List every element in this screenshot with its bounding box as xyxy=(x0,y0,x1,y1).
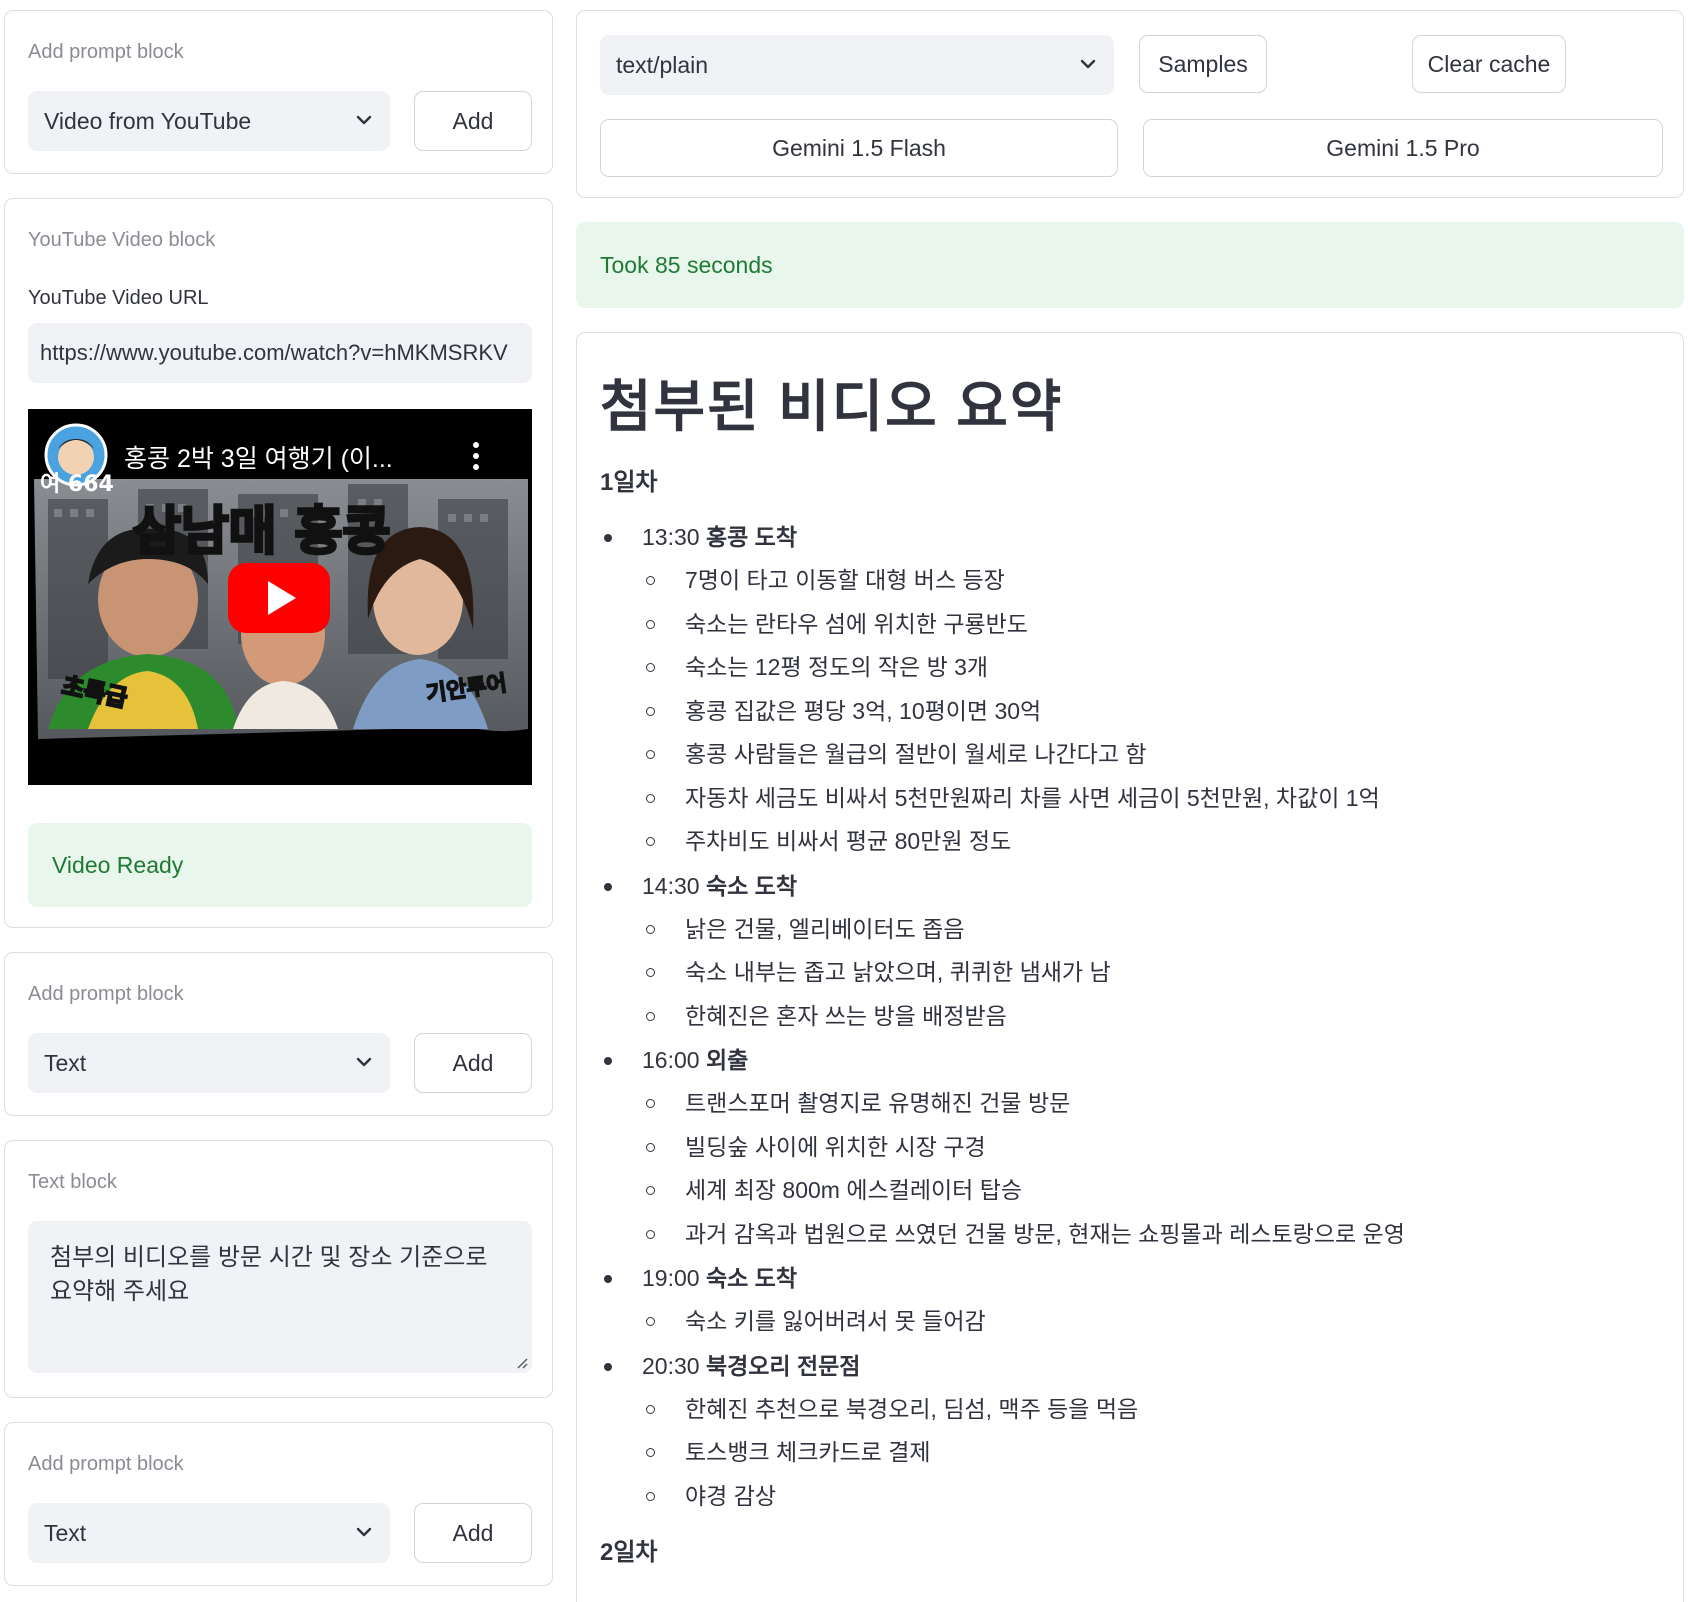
event-detail-item: 숙소는 란타우 섬에 위치한 구룡반도 xyxy=(642,603,1660,647)
mime-type-select[interactable]: text/plain xyxy=(600,35,1114,95)
block-type-select[interactable]: Text xyxy=(28,1033,390,1093)
event-time: 20:30 xyxy=(642,1352,700,1379)
event-detail-item: 과거 감옥과 법원으로 쓰였던 건물 방문, 현재는 쇼핑몰과 레스토랑으로 운… xyxy=(642,1213,1660,1257)
event-title: 북경오리 전문점 xyxy=(705,1352,861,1379)
event-detail-list: 숙소 키를 잃어버려서 못 들어감 xyxy=(642,1300,1660,1344)
chevron-down-icon xyxy=(356,1527,372,1537)
block-type-value: Text xyxy=(44,1049,87,1076)
add-prompt-block-card-3: Add prompt block Text Add xyxy=(4,1422,553,1586)
took-time-text: Took 85 seconds xyxy=(600,251,773,278)
prompt-textarea[interactable]: 첨부의 비디오를 방문 시간 및 장소 기준으로 요약해 주세요 xyxy=(28,1221,532,1373)
event-heading: 14:30 숙소 도착 xyxy=(642,864,1660,908)
day-heading: 2일차 xyxy=(600,1539,658,1566)
event-detail-item: 트랜스포머 촬영지로 유명해진 건물 방문 xyxy=(642,1082,1660,1126)
add-prompt-block-label: Add prompt block xyxy=(28,983,184,1005)
event-detail-item: 한혜진 추천으로 북경오리, 딤섬, 맥주 등을 먹음 xyxy=(642,1388,1660,1432)
block-type-select[interactable]: Video from YouTube xyxy=(28,91,390,151)
event-detail-item: 숙소는 12평 정도의 작은 방 3개 xyxy=(642,646,1660,690)
event-time: 19:00 xyxy=(642,1265,700,1291)
event-heading: 13:30 홍콩 도착 xyxy=(642,515,1660,559)
video-ready-text: Video Ready xyxy=(52,851,184,878)
event-heading: 16:00 외출 xyxy=(642,1038,1660,1082)
took-time-alert: Took 85 seconds xyxy=(576,222,1684,308)
event-title: 숙소 도착 xyxy=(705,1265,797,1291)
thumb-corner-text: 여 664 xyxy=(40,472,114,497)
event-detail-item: 세계 최장 800m 에스컬레이터 탑승 xyxy=(642,1169,1660,1213)
event-detail-item: 주차비도 비싸서 평균 80만원 정도 xyxy=(642,820,1660,864)
gemini-flash-button[interactable]: Gemini 1.5 Flash xyxy=(600,119,1118,177)
add-prompt-block-label: Add prompt block xyxy=(28,41,184,63)
resize-handle-icon[interactable] xyxy=(514,1355,528,1369)
add-prompt-block-card-1: Add prompt block Video from YouTube Add xyxy=(4,10,553,174)
event-title: 숙소 도착 xyxy=(705,872,797,899)
add-prompt-block-label: Add prompt block xyxy=(28,1453,184,1475)
text-block-label: Text block xyxy=(28,1171,117,1193)
event-detail-list: 트랜스포머 촬영지로 유명해진 건물 방문 빌딩숲 사이에 위치한 시장 구경 세계… xyxy=(642,1082,1660,1256)
thumb-main-text: 삼남매 홍콩 xyxy=(133,502,390,562)
gemini-pro-button[interactable]: Gemini 1.5 Pro xyxy=(1143,119,1663,177)
event-detail-list: 한혜진 추천으로 북경오리, 딤섬, 맥주 등을 먹음 토스뱅크 체크카드로 결제… xyxy=(642,1388,1660,1519)
event-detail-item: 야경 감상 xyxy=(642,1475,1660,1519)
more-vert-icon xyxy=(473,442,479,448)
youtube-url-label: YouTube Video URL xyxy=(28,287,209,309)
event-detail-item: 7명이 타고 이동할 대형 버스 등장 xyxy=(642,559,1660,603)
controls-card: text/plain Samples Clear cache Gemini 1.… xyxy=(576,10,1684,198)
youtube-url-value: https://www.youtube.com/watch?v=hMKMSRKV xyxy=(40,340,508,365)
add-block-button[interactable]: Add xyxy=(414,1033,532,1093)
prompt-text: 첨부의 비디오를 방문 시간 및 장소 기준으로 요약해 주세요 xyxy=(50,1244,488,1305)
block-type-select[interactable]: Text xyxy=(28,1503,390,1563)
block-type-value: Text xyxy=(44,1519,87,1546)
event-detail-item: 숙소 내부는 좁고 낡았으며, 퀴퀴한 냄새가 남 xyxy=(642,951,1660,995)
event-detail-item: 숙소 키를 잃어버려서 못 들어감 xyxy=(642,1300,1660,1344)
day-heading: 1일차 xyxy=(600,469,658,496)
text-block-card: Text block 첨부의 비디오를 방문 시간 및 장소 기준으로 요약해 … xyxy=(4,1140,553,1398)
summary-content: 첨부된 비디오 요약 1일차 13:30 홍콩 도착 7명이 타고 이동할 대형 … xyxy=(600,372,1660,1585)
event-title: 홍콩 도착 xyxy=(705,524,797,550)
samples-button[interactable]: Samples xyxy=(1139,35,1267,93)
chevron-down-icon xyxy=(1080,59,1096,69)
youtube-video-player[interactable]: 삼남매 홍콩 초특급 기안투어 여 664 홍콩 2박 3일 여행기 (이... xyxy=(28,409,532,785)
event-time: 14:30 xyxy=(642,872,700,899)
event-heading: 19:00 숙소 도착 xyxy=(642,1256,1660,1300)
youtube-video-block-card: YouTube Video block YouTube Video URL ht… xyxy=(4,198,553,928)
add-block-button[interactable]: Add xyxy=(414,91,532,151)
event-detail-item: 낡은 건물, 엘리베이터도 좁음 xyxy=(642,908,1660,952)
event-detail-item: 자동차 세금도 비싸서 5천만원짜리 차를 사면 세금이 5천만원, 차값이 1… xyxy=(642,777,1660,821)
event-item: 13:30 홍콩 도착 7명이 타고 이동할 대형 버스 등장 숙소는 란타우 섬에… xyxy=(600,515,1660,864)
block-type-value: Video from YouTube xyxy=(44,107,252,134)
chevron-down-icon xyxy=(356,115,372,125)
chevron-down-icon xyxy=(356,1057,372,1067)
event-detail-item: 빌딩숲 사이에 위치한 시장 구경 xyxy=(642,1126,1660,1170)
video-title[interactable]: 홍콩 2박 3일 여행기 (이... xyxy=(124,439,444,475)
add-block-button[interactable]: Add xyxy=(414,1503,532,1563)
event-list: 13:30 홍콩 도착 7명이 타고 이동할 대형 버스 등장 숙소는 란타우 섬에… xyxy=(600,515,1660,1518)
clear-cache-button[interactable]: Clear cache xyxy=(1412,35,1566,93)
event-title: 외출 xyxy=(705,1047,749,1073)
event-detail-item: 한혜진은 혼자 쓰는 방을 배정받음 xyxy=(642,995,1660,1039)
event-detail-item: 홍콩 사람들은 월급의 절반이 월세로 나간다고 함 xyxy=(642,733,1660,777)
event-item: 14:30 숙소 도착 낡은 건물, 엘리베이터도 좁음 숙소 내부는 좁고 낡았으… xyxy=(600,864,1660,1039)
summary-title: 첨부된 비디오 요약 xyxy=(600,375,1064,438)
event-item: 19:00 숙소 도착 숙소 키를 잃어버려서 못 들어감 xyxy=(600,1256,1660,1344)
event-item: 20:30 북경오리 전문점 한혜진 추천으로 북경오리, 딤섬, 맥주 등을 먹… xyxy=(600,1344,1660,1519)
event-time: 16:00 xyxy=(642,1047,700,1073)
mime-type-value: text/plain xyxy=(616,51,709,78)
event-detail-item: 토스뱅크 체크카드로 결제 xyxy=(642,1431,1660,1475)
event-item: 16:00 외출 트랜스포머 촬영지로 유명해진 건물 방문 빌딩숲 사이에 위치한… xyxy=(600,1038,1660,1256)
event-detail-item: 홍콩 집값은 평당 3억, 10평이면 30억 xyxy=(642,690,1660,734)
event-detail-list: 7명이 타고 이동할 대형 버스 등장 숙소는 란타우 섬에 위치한 구룡반도 숙소… xyxy=(642,559,1660,864)
video-ready-alert: Video Ready xyxy=(28,823,532,907)
event-detail-list: 낡은 건물, 엘리베이터도 좁음 숙소 내부는 좁고 낡았으며, 퀴퀴한 냄새가 … xyxy=(642,908,1660,1039)
event-time: 13:30 xyxy=(642,524,700,550)
youtube-url-input[interactable]: https://www.youtube.com/watch?v=hMKMSRKV xyxy=(28,323,532,383)
event-heading: 20:30 북경오리 전문점 xyxy=(642,1344,1660,1388)
add-prompt-block-card-2: Add prompt block Text Add xyxy=(4,952,553,1116)
youtube-block-label: YouTube Video block xyxy=(28,229,216,251)
